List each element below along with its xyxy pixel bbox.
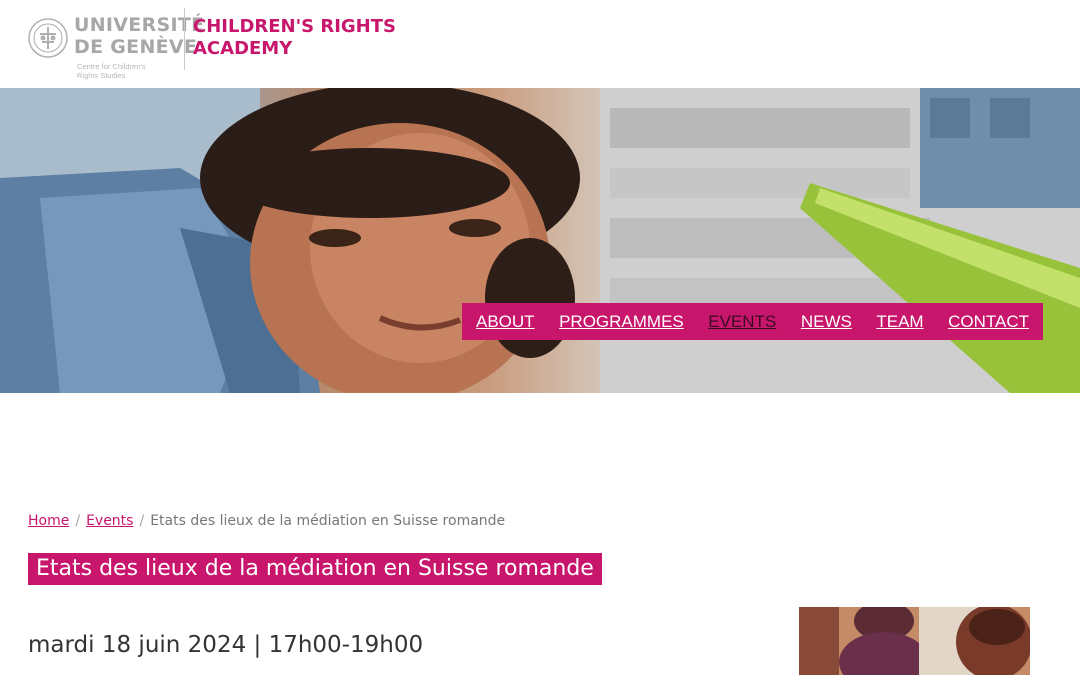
academy-name-line2: ACADEMY — [193, 38, 293, 59]
centre-name-line2: Rights Studies — [77, 71, 126, 80]
breadcrumb-separator: / — [75, 513, 81, 529]
nav-team[interactable]: TEAM — [876, 312, 923, 332]
hero-image — [0, 88, 1080, 393]
breadcrumb-current: Etats des lieux de la médiation en Suiss… — [150, 513, 506, 529]
main-nav: ABOUT PROGRAMMES EVENTS NEWS TEAM CONTAC… — [462, 303, 1043, 340]
nav-programmes[interactable]: PROGRAMMES — [559, 312, 684, 332]
university-seal-icon[interactable] — [28, 18, 68, 58]
nav-news[interactable]: NEWS — [801, 312, 852, 332]
breadcrumb-events[interactable]: Events — [86, 513, 133, 529]
logo-divider — [184, 8, 185, 70]
event-thumbnail[interactable] — [799, 607, 1030, 675]
academy-logo[interactable]: CHILDREN'S RIGHTS ACADEMY — [193, 16, 396, 60]
event-date: mardi 18 juin 2024 | 17h00-19h00 — [28, 632, 424, 658]
event-thumbnail-image — [799, 607, 1030, 675]
academy-name-line1: CHILDREN'S RIGHTS — [193, 16, 396, 37]
page-title: Etats des lieux de la médiation en Suiss… — [28, 553, 602, 585]
nav-contact[interactable]: CONTACT — [948, 312, 1029, 332]
nav-about[interactable]: ABOUT — [476, 312, 535, 332]
breadcrumb-separator: / — [139, 513, 145, 529]
centre-name-line1: Centre for Children's — [77, 62, 146, 71]
site-header: UNIVERSITÉ DE GENÈVE Centre for Children… — [0, 0, 1080, 88]
hero-banner: ABOUT PROGRAMMES EVENTS NEWS TEAM CONTAC… — [0, 88, 1080, 393]
breadcrumb-home[interactable]: Home — [28, 513, 69, 529]
breadcrumb: Home / Events / Etats des lieux de la médiat… — [28, 513, 505, 529]
nav-events[interactable]: EVENTS — [708, 312, 776, 332]
centre-name: Centre for Children's Rights Studies — [77, 62, 146, 80]
